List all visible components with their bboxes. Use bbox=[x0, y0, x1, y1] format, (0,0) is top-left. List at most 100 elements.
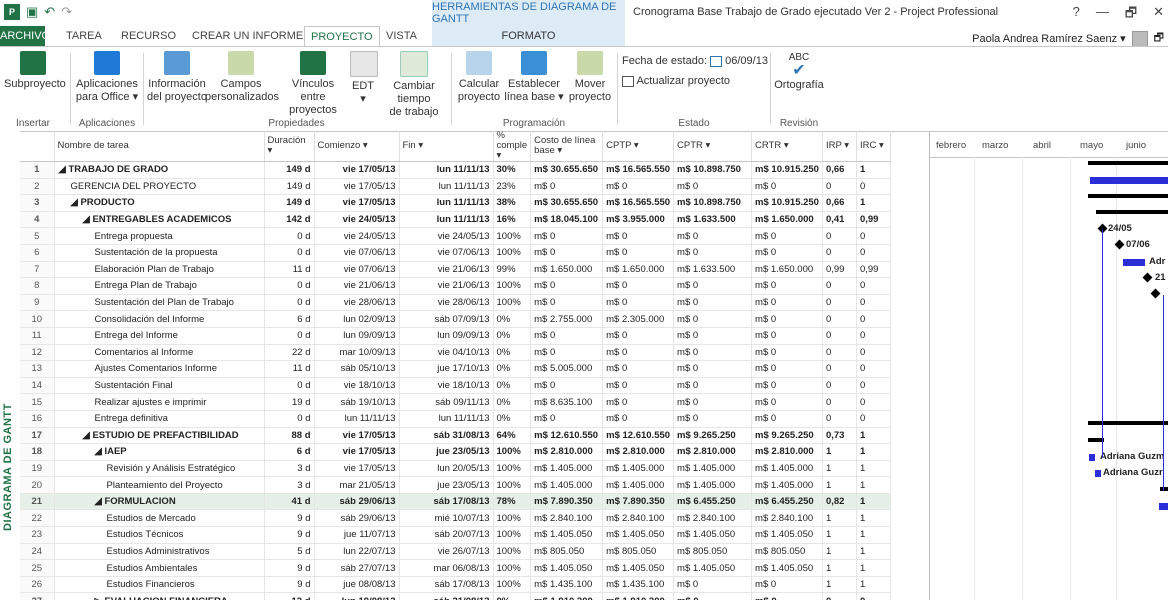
cell-base[interactable]: m$ 0 bbox=[530, 244, 604, 262]
cell-dur[interactable]: 9 d bbox=[264, 509, 315, 528]
cell-name[interactable]: Entrega definitiva bbox=[54, 410, 265, 428]
cell-dur[interactable]: 9 d bbox=[264, 576, 315, 594]
cell-crtr[interactable]: m$ 0 bbox=[751, 244, 823, 262]
cell-name[interactable]: ◢ ESTUDIO DE PREFACTIBILIDAD bbox=[54, 427, 265, 445]
wbs-button[interactable]: EDT ▾ bbox=[350, 51, 378, 106]
calculate-project-button[interactable]: Calcular proyecto bbox=[454, 51, 504, 104]
cell-base[interactable]: m$ 0 bbox=[530, 178, 604, 196]
table-row[interactable]: 23 Estudios Técnicos 9 d jue 11/07/13 sáb 20… bbox=[20, 526, 891, 544]
cell-id[interactable]: 21 bbox=[20, 493, 55, 511]
cell-pct[interactable]: 0% bbox=[493, 344, 532, 362]
cell-cptp[interactable]: m$ 1.910.200 bbox=[602, 592, 675, 600]
cell-name[interactable]: Elaboración Plan de Trabajo bbox=[54, 261, 265, 279]
cell-end[interactable]: jue 23/05/13 bbox=[399, 476, 494, 494]
tab-project[interactable]: PROYECTO bbox=[304, 26, 380, 47]
cell-cptp[interactable]: m$ 0 bbox=[602, 178, 675, 196]
cell-dur[interactable]: 22 d bbox=[264, 344, 315, 362]
cell-end[interactable]: lun 11/11/13 bbox=[399, 178, 494, 196]
cell-pct[interactable]: 0% bbox=[493, 327, 532, 345]
cell-irc[interactable]: 1 bbox=[856, 543, 891, 561]
cell-irc[interactable]: 0 bbox=[856, 410, 891, 428]
cell-irp[interactable]: 1 bbox=[822, 559, 857, 577]
cell-end[interactable]: lun 09/09/13 bbox=[399, 327, 494, 345]
table-row[interactable]: 20 Planteamiento del Proyecto 3 d mar 21/05… bbox=[20, 476, 891, 494]
gantt-chart[interactable]: febrero marzo abril mayo junio 24/05 07/06 Adr… bbox=[929, 131, 1168, 600]
cell-irp[interactable]: 0 bbox=[822, 310, 857, 328]
cell-cptr[interactable]: m$ 805.050 bbox=[673, 543, 753, 561]
cell-id[interactable]: 5 bbox=[20, 227, 55, 245]
cell-cptp[interactable]: m$ 1.650.000 bbox=[602, 261, 675, 279]
cell-irc[interactable]: 0 bbox=[856, 360, 891, 378]
table-row[interactable]: 5 Entrega propuesta 0 d vie 24/05/13 vie 24/… bbox=[20, 227, 891, 245]
cell-base[interactable]: m$ 0 bbox=[530, 277, 604, 295]
cell-crtr[interactable]: m$ 0 bbox=[751, 327, 823, 345]
gantt-task-bar[interactable] bbox=[1089, 454, 1095, 462]
cell-id[interactable]: 14 bbox=[20, 377, 55, 395]
cell-irp[interactable]: 1 bbox=[822, 526, 857, 544]
cell-start[interactable]: lun 22/07/13 bbox=[314, 543, 400, 561]
gantt-task-bar[interactable] bbox=[1123, 258, 1145, 266]
gantt-task-bar[interactable] bbox=[1090, 177, 1168, 185]
avatar[interactable] bbox=[1131, 30, 1148, 47]
cell-cptr[interactable]: m$ 10.898.750 bbox=[673, 161, 753, 179]
cell-crtr[interactable]: m$ 0 bbox=[751, 360, 823, 378]
cell-cptr[interactable]: m$ 6.455.250 bbox=[673, 493, 753, 511]
cell-cptp[interactable]: m$ 16.565.550 bbox=[602, 194, 675, 212]
cell-irc[interactable]: 1 bbox=[856, 194, 891, 212]
cell-pct[interactable]: 30% bbox=[493, 161, 532, 179]
cell-end[interactable]: mar 06/08/13 bbox=[399, 559, 494, 577]
cell-name[interactable]: Comentarios al Informe bbox=[54, 344, 265, 362]
cell-end[interactable]: sáb 17/08/13 bbox=[399, 493, 494, 511]
gantt-task-bar[interactable] bbox=[1095, 470, 1101, 478]
cell-irp[interactable]: 1 bbox=[822, 443, 857, 461]
cell-irp[interactable]: 0 bbox=[822, 377, 857, 395]
cell-pct[interactable]: 100% bbox=[493, 227, 532, 245]
cell-end[interactable]: jue 23/05/13 bbox=[399, 443, 494, 461]
cell-base[interactable]: m$ 2.810.000 bbox=[530, 443, 604, 461]
cell-start[interactable]: jue 11/07/13 bbox=[314, 526, 400, 544]
cell-irp[interactable]: 0,66 bbox=[822, 194, 857, 212]
cell-irc[interactable]: 1 bbox=[856, 576, 891, 594]
cell-dur[interactable]: 12 d bbox=[264, 592, 315, 600]
cell-name[interactable]: Consolidación del Informe bbox=[54, 310, 265, 328]
cell-base[interactable]: m$ 8.635.100 bbox=[530, 393, 604, 411]
table-row[interactable]: 2 GERENCIA DEL PROYECTO 149 d vie 17/05/13 l… bbox=[20, 178, 891, 196]
table-row[interactable]: 3 ◢ PRODUCTO 149 d vie 17/05/13 lun 11/11/13… bbox=[20, 194, 891, 212]
cell-cptp[interactable]: m$ 1.405.050 bbox=[602, 559, 675, 577]
cell-cptr[interactable]: m$ 0 bbox=[673, 277, 753, 295]
cell-dur[interactable]: 3 d bbox=[264, 476, 315, 494]
move-project-button[interactable]: Mover proyecto bbox=[566, 51, 614, 104]
table-row[interactable]: 27▷ EVALUACION FINANCIERA12 dlun 19/08/1… bbox=[20, 592, 891, 600]
gantt-summary-bar[interactable] bbox=[1088, 421, 1168, 426]
cell-cptp[interactable]: m$ 1.435.100 bbox=[602, 576, 675, 594]
cell-start[interactable]: vie 18/10/13 bbox=[314, 377, 400, 395]
cell-cptp[interactable]: m$ 7.890.350 bbox=[602, 493, 675, 511]
cell-cptp[interactable]: m$ 0 bbox=[602, 410, 675, 428]
cell-pct[interactable]: 0% bbox=[493, 377, 532, 395]
cell-base[interactable]: m$ 1.435.100 bbox=[530, 576, 604, 594]
cell-base[interactable]: m$ 7.890.350 bbox=[530, 493, 604, 511]
cell-dur[interactable]: 41 d bbox=[264, 493, 315, 511]
cell-crtr[interactable]: m$ 1.405.000 bbox=[751, 460, 823, 478]
cell-base[interactable]: m$ 1.650.000 bbox=[530, 261, 604, 279]
cell-end[interactable]: vie 28/06/13 bbox=[399, 294, 494, 312]
cell-end[interactable]: sáb 31/08/13 bbox=[399, 427, 494, 445]
tab-format[interactable]: FORMATO bbox=[432, 26, 625, 46]
cell-irp[interactable]: 0 bbox=[822, 592, 857, 600]
help-icon[interactable]: ? bbox=[1073, 4, 1080, 26]
cell-id[interactable]: 17 bbox=[20, 427, 55, 445]
cell-irp[interactable]: 0,73 bbox=[822, 427, 857, 445]
table-row[interactable]: 10 Consolidación del Informe 6 d lun 02/09/… bbox=[20, 310, 891, 328]
cell-name[interactable]: Estudios de Mercado bbox=[54, 509, 265, 528]
cell-crtr[interactable]: m$ 0 bbox=[751, 410, 823, 428]
cell-name[interactable]: Planteamiento del Proyecto bbox=[54, 476, 265, 494]
cell-irc[interactable]: 0 bbox=[856, 244, 891, 262]
tab-task[interactable]: TAREA bbox=[60, 26, 108, 46]
cell-cptr[interactable]: m$ 1.405.050 bbox=[673, 526, 753, 544]
cell-irc[interactable]: 1 bbox=[856, 427, 891, 445]
cell-cptp[interactable]: m$ 2.810.000 bbox=[602, 443, 675, 461]
cell-end[interactable]: sáb 31/08/13 bbox=[399, 592, 494, 600]
column-header[interactable]: CPTP ▾ bbox=[602, 131, 675, 162]
cell-id[interactable]: 23 bbox=[20, 526, 55, 544]
column-header[interactable]: IRC ▾ bbox=[856, 131, 891, 162]
